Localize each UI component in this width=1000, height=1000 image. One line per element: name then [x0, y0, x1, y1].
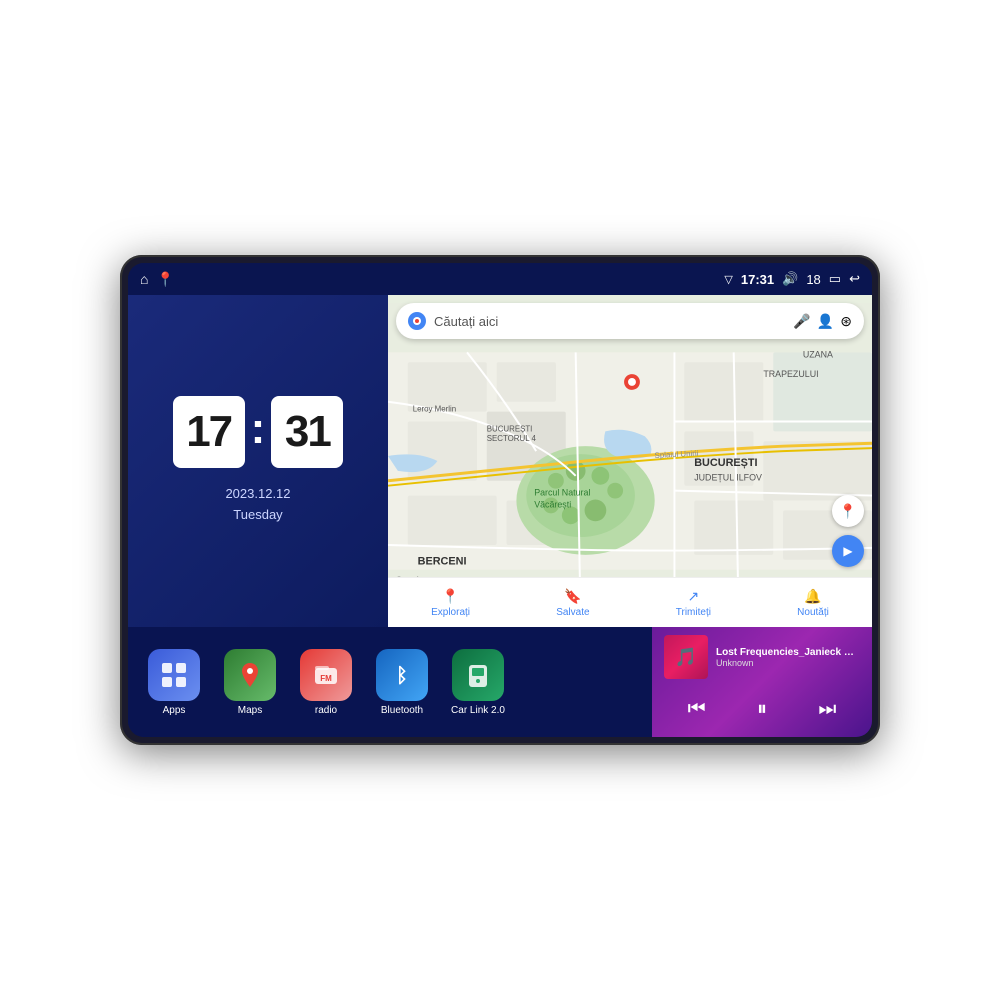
- play-pause-button[interactable]: ⏸: [746, 693, 778, 725]
- maps-status-icon[interactable]: 📍: [156, 271, 173, 288]
- map-nav-saved[interactable]: 🔖 Salvate: [556, 588, 589, 618]
- status-right: ▽ 17:31 🔊 18 ▭ ↩: [724, 271, 860, 287]
- signal-icon: ▽: [724, 273, 732, 286]
- time-display: 17:31: [741, 272, 774, 287]
- map-search-right: 🎤 👤 ⊛: [793, 313, 852, 330]
- radio-icon-img: FM: [300, 649, 352, 701]
- carlink-icon-img: [452, 649, 504, 701]
- app-icon-carlink[interactable]: Car Link 2.0: [448, 649, 508, 716]
- music-title: Lost Frequencies_Janieck Devy-...: [716, 647, 860, 658]
- apps-label: Apps: [163, 705, 186, 716]
- app-icon-radio[interactable]: FM radio: [296, 649, 356, 716]
- volume-icon: 🔊: [782, 271, 798, 287]
- svg-text:BUCUREȘTI: BUCUREȘTI: [487, 424, 533, 433]
- apps-icon-img: [148, 649, 200, 701]
- prev-button[interactable]: ⏮: [681, 693, 713, 725]
- svg-text:UZANA: UZANA: [803, 349, 833, 359]
- bluetooth-label: Bluetooth: [381, 705, 423, 716]
- status-bar: ⌂ 📍 ▽ 17:31 🔊 18 ▭ ↩: [128, 263, 872, 295]
- navigate-button[interactable]: ▶: [832, 535, 864, 567]
- clock-hour: 17: [173, 396, 245, 468]
- map-nav-news[interactable]: 🔔 Noutăți: [797, 588, 829, 618]
- svg-text:FM: FM: [320, 674, 332, 683]
- app-icon-maps[interactable]: Maps: [220, 649, 280, 716]
- music-controls: ⏮ ⏸ ⏭: [664, 689, 860, 729]
- voice-search-icon[interactable]: 🎤: [793, 313, 810, 330]
- account-icon[interactable]: 👤: [817, 313, 834, 330]
- home-icon[interactable]: ⌂: [140, 271, 148, 287]
- volume-level: 18: [806, 272, 820, 287]
- map-bottom-bar: 📍 Explorați 🔖 Salvate ↗ Trimiteți 🔔: [388, 577, 872, 627]
- map-panel[interactable]: TRAPEZULUI UZANA BUCUREȘTI JUDEȚUL ILFOV…: [388, 295, 872, 627]
- music-artist: Unknown: [716, 658, 860, 668]
- svg-text:BERCENI: BERCENI: [418, 556, 467, 568]
- svg-text:TRAPEZULUI: TRAPEZULUI: [763, 369, 818, 379]
- clock-panel: 17 : 31 2023.12.12 Tuesday: [128, 295, 388, 627]
- main-content: 17 : 31 2023.12.12 Tuesday: [128, 295, 872, 737]
- clock-minute: 31: [271, 396, 343, 468]
- clock-display: 17 : 31: [173, 396, 344, 468]
- music-player: 🎵 Lost Frequencies_Janieck Devy-... Unkn…: [652, 627, 872, 737]
- bluetooth-icon-img: ᛒ: [376, 649, 428, 701]
- maps-logo-icon: [408, 312, 426, 330]
- svg-text:Parcul Natural: Parcul Natural: [534, 488, 590, 498]
- back-icon[interactable]: ↩: [849, 271, 860, 287]
- svg-text:Văcărești: Văcărești: [534, 499, 571, 509]
- map-search-bar[interactable]: Căutați aici 🎤 👤 ⊛: [396, 303, 864, 339]
- app-icon-bluetooth[interactable]: ᛒ Bluetooth: [372, 649, 432, 716]
- map-search-text: Căutați aici: [434, 314, 785, 329]
- music-thumbnail: 🎵: [664, 635, 708, 679]
- maps-icon-img: [224, 649, 276, 701]
- location-button[interactable]: 📍: [832, 495, 864, 527]
- device-screen: ⌂ 📍 ▽ 17:31 🔊 18 ▭ ↩ 17 :: [128, 263, 872, 737]
- top-section: 17 : 31 2023.12.12 Tuesday: [128, 295, 872, 627]
- next-button[interactable]: ⏭: [811, 693, 843, 725]
- app-icon-apps[interactable]: Apps: [144, 649, 204, 716]
- svg-text:Leroy Merlin: Leroy Merlin: [413, 405, 456, 414]
- bottom-section: Apps Maps: [128, 627, 872, 737]
- music-thumb-art: 🎵: [664, 635, 708, 679]
- layers-icon[interactable]: ⊛: [840, 313, 852, 330]
- radio-label: radio: [315, 705, 337, 716]
- svg-text:SECTORUL 4: SECTORUL 4: [487, 434, 537, 443]
- music-top: 🎵 Lost Frequencies_Janieck Devy-... Unkn…: [664, 635, 860, 679]
- svg-text:JUDEȚUL ILFOV: JUDEȚUL ILFOV: [694, 473, 762, 483]
- battery-icon: ▭: [829, 271, 841, 287]
- carlink-label: Car Link 2.0: [451, 705, 505, 716]
- clock-separator: :: [251, 404, 266, 454]
- device-outer: ⌂ 📍 ▽ 17:31 🔊 18 ▭ ↩ 17 :: [120, 255, 880, 745]
- map-nav-send[interactable]: ↗ Trimiteți: [676, 588, 711, 618]
- app-icons-area: Apps Maps: [128, 627, 652, 737]
- clock-date: 2023.12.12 Tuesday: [225, 484, 290, 526]
- music-info: Lost Frequencies_Janieck Devy-... Unknow…: [716, 647, 860, 668]
- status-left: ⌂ 📍: [140, 271, 174, 288]
- svg-text:BUCUREȘTI: BUCUREȘTI: [694, 457, 757, 469]
- svg-text:ᛒ: ᛒ: [396, 665, 408, 687]
- map-controls: 📍 ▶: [832, 495, 864, 567]
- maps-label: Maps: [238, 705, 262, 716]
- map-nav-explore[interactable]: 📍 Explorați: [431, 588, 470, 618]
